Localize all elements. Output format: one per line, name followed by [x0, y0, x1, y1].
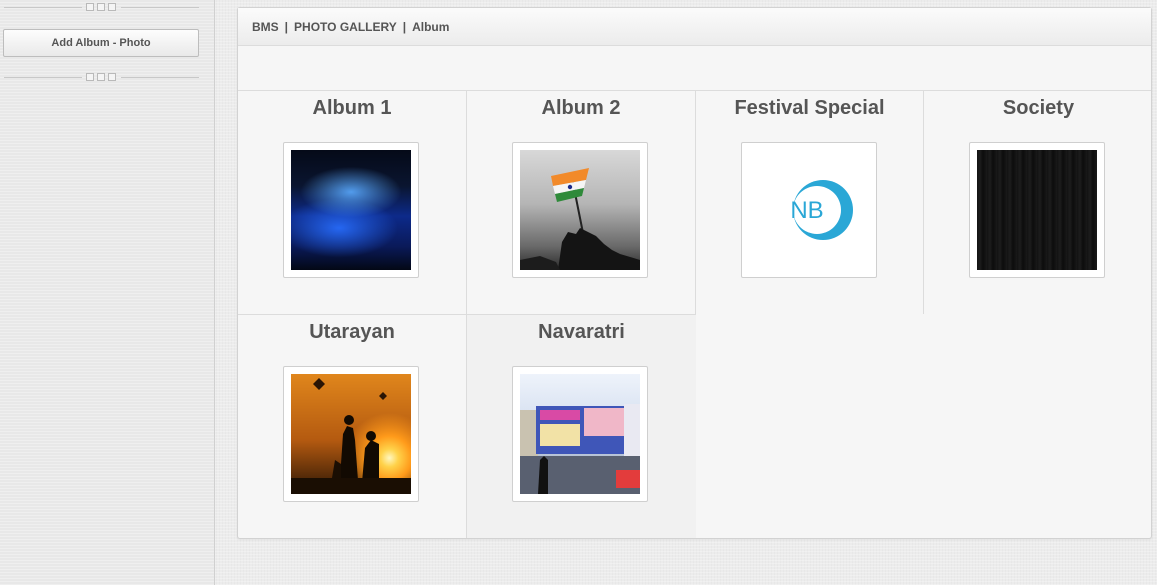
breadcrumb-photo-gallery[interactable]: PHOTO GALLERY	[294, 20, 397, 34]
dark-wood-image	[977, 150, 1097, 270]
album-panel: BMS | PHOTO GALLERY | Album Album 1 Albu…	[237, 7, 1152, 539]
album-title[interactable]: Festival Special	[734, 97, 884, 120]
album-title[interactable]: Album 1	[313, 97, 392, 120]
album-thumbnail[interactable]	[969, 142, 1105, 278]
album-thumbnail[interactable]	[512, 142, 648, 278]
nb-logo-image: NB	[749, 150, 869, 270]
album-card: Utarayan	[238, 315, 467, 538]
album-title[interactable]: Navaratri	[538, 321, 625, 344]
album-card: Society	[924, 91, 1153, 314]
album-thumbnail[interactable]	[283, 366, 419, 502]
album-title[interactable]: Album 2	[542, 97, 621, 120]
album-thumbnail[interactable]	[512, 366, 648, 502]
album-title[interactable]: Utarayan	[309, 321, 395, 344]
album-card: Album 2	[467, 91, 696, 315]
sidebar: Add Album - Photo	[0, 0, 215, 585]
nb-logo-text: NB	[790, 197, 823, 224]
album-title[interactable]: Society	[1003, 97, 1074, 120]
toolbar-area	[238, 46, 1151, 91]
album-card: Album 1	[238, 91, 467, 315]
kite-festival-image	[291, 374, 411, 494]
breadcrumb-bms[interactable]: BMS	[252, 20, 279, 34]
breadcrumb: BMS | PHOTO GALLERY | Album	[238, 8, 1151, 46]
album-card: Festival Special NB	[696, 91, 924, 314]
sidebar-divider-bottom	[4, 73, 199, 83]
add-album-photo-button[interactable]: Add Album - Photo	[3, 29, 199, 57]
flag-raising-image	[520, 150, 640, 270]
album-thumbnail[interactable]: NB	[741, 142, 877, 278]
bioluminescent-beach-image	[291, 150, 411, 270]
album-thumbnail[interactable]	[283, 142, 419, 278]
album-card: Navaratri	[467, 315, 696, 538]
sidebar-divider-top	[4, 3, 199, 13]
navaratri-banner-image	[520, 374, 640, 494]
breadcrumb-album: Album	[412, 19, 450, 34]
